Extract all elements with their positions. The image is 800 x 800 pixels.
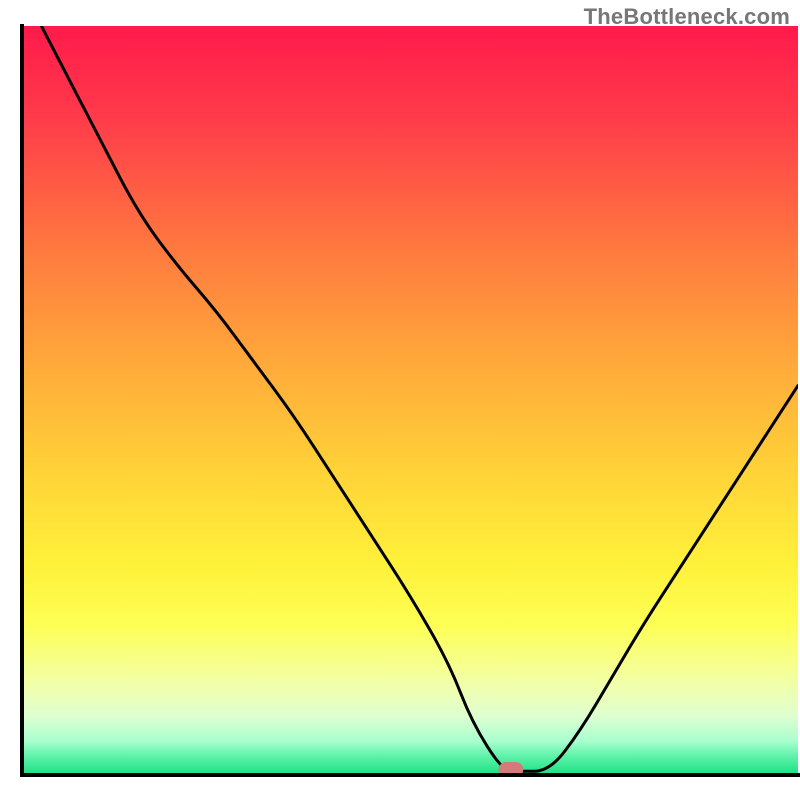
- chart-frame: TheBottleneck.com: [0, 0, 800, 800]
- chart-canvas: [0, 0, 800, 800]
- plot-background: [22, 26, 798, 775]
